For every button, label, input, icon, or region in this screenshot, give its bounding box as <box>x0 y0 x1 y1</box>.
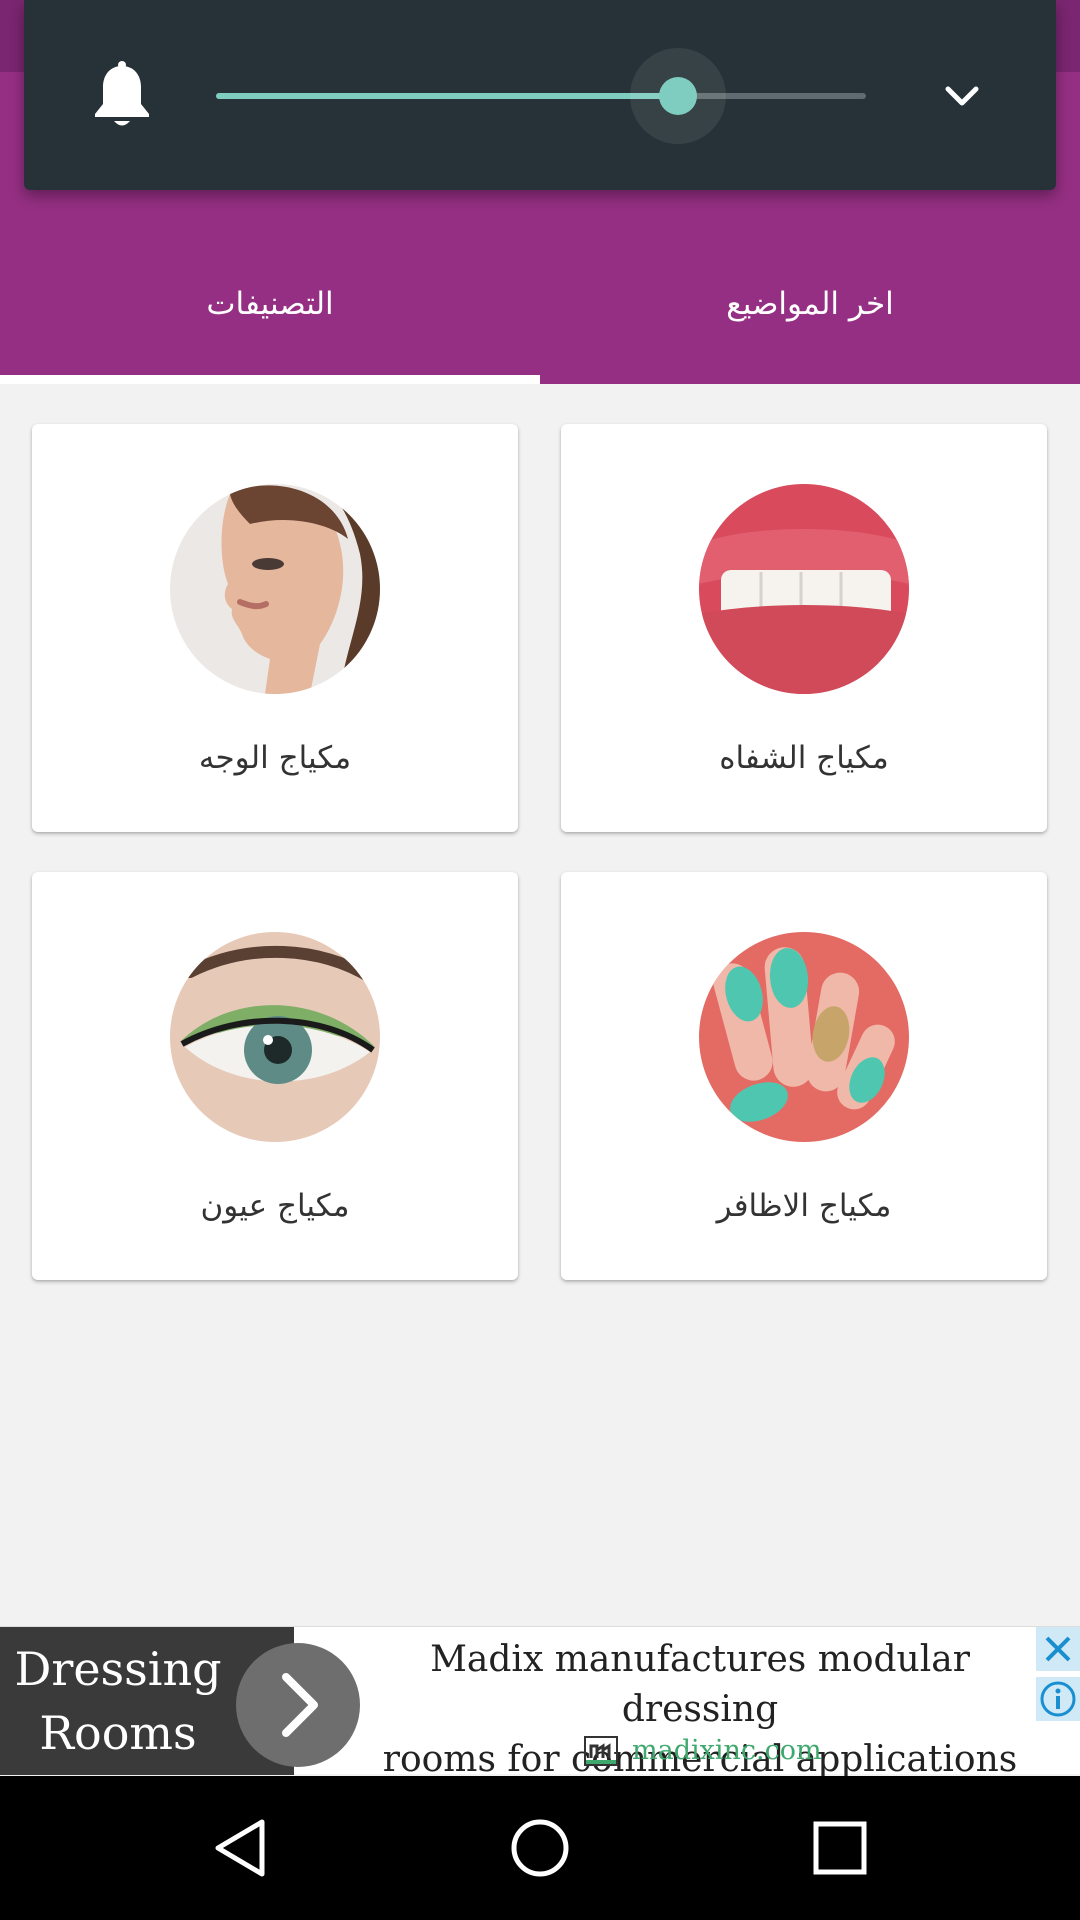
nails-photo <box>699 932 909 1142</box>
info-icon[interactable] <box>1036 1677 1080 1721</box>
tab-indicator <box>0 375 540 384</box>
home-icon[interactable] <box>500 1808 580 1888</box>
ad-banner[interactable]: Dressing Rooms Madix manufactures modula… <box>0 1626 1080 1780</box>
volume-panel <box>24 0 1056 190</box>
ad-domain[interactable]: madixinc.com <box>584 1735 822 1766</box>
volume-slider[interactable] <box>216 48 866 144</box>
category-label: مكياج عيون <box>200 1188 350 1224</box>
category-card-lips[interactable]: مكياج الشفاه <box>561 424 1047 832</box>
category-card-nails[interactable]: مكياج الاظافر <box>561 872 1047 1280</box>
recents-icon[interactable] <box>800 1808 880 1888</box>
category-card-eyes[interactable]: مكياج عيون <box>32 872 518 1280</box>
category-card-face[interactable]: مكياج الوجه <box>32 424 518 832</box>
category-label: مكياج الاظافر <box>716 1188 892 1224</box>
close-icon[interactable] <box>1036 1627 1080 1671</box>
tab-categories[interactable]: التصنيفات <box>0 258 540 384</box>
ad-title: Dressing Rooms <box>14 1642 222 1760</box>
madix-logo-icon <box>584 1735 618 1766</box>
system-navigation-bar <box>0 1776 1080 1920</box>
eye-photo <box>170 932 380 1142</box>
bell-icon[interactable] <box>90 60 154 132</box>
category-label: مكياج الوجه <box>198 740 352 776</box>
tab-bar: التصنيفات اخر المواضيع <box>0 258 1080 384</box>
face-photo <box>170 484 380 694</box>
back-icon[interactable] <box>200 1808 280 1888</box>
tab-label: التصنيفات <box>206 286 334 322</box>
volume-slider-thumb[interactable] <box>658 77 697 115</box>
category-label: مكياج الشفاه <box>719 740 889 776</box>
chevron-right-icon[interactable] <box>236 1643 360 1767</box>
lips-photo <box>699 484 909 694</box>
volume-slider-fill <box>216 93 678 99</box>
tab-latest-topics[interactable]: اخر المواضيع <box>540 258 1080 384</box>
chevron-down-icon[interactable] <box>932 66 992 126</box>
tab-label: اخر المواضيع <box>726 286 894 322</box>
